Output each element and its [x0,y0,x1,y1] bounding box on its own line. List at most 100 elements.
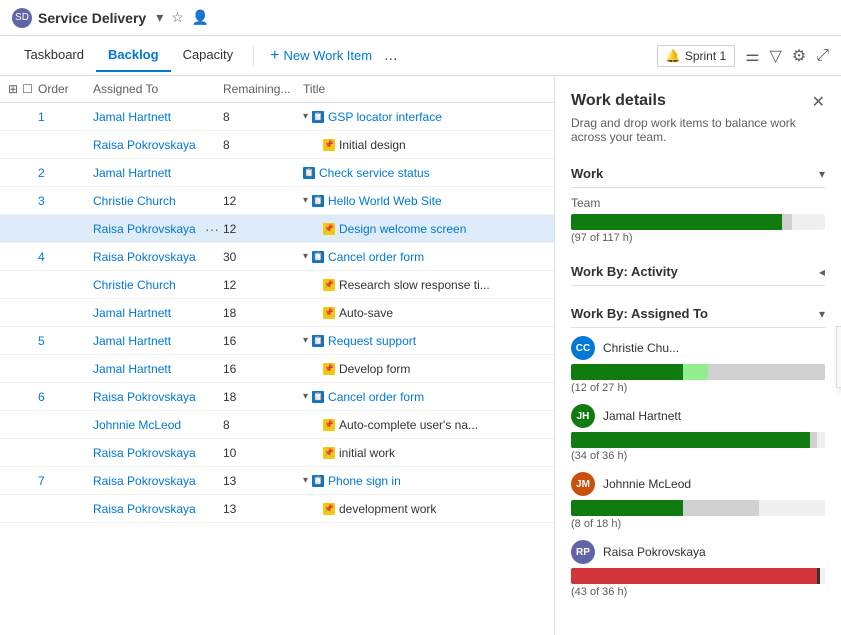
row-title-text[interactable]: Develop form [339,362,410,376]
row-assigned[interactable]: Johnnie McLeod [93,418,223,432]
row-remaining: 10 [223,446,303,460]
avatar-johnnie: JM [571,472,595,496]
filter-icon[interactable]: ▽ [770,46,782,66]
row-title-text[interactable]: Auto-save [339,306,393,320]
row-assigned[interactable]: Jamal Hartnett [93,362,223,376]
jamal-bar-fill [571,432,810,448]
person-row-jamal: JH Jamal Hartnett [571,404,825,428]
work-section: Work ▾ Team (97 of 117 h) [571,160,825,244]
row-assigned[interactable]: Jamal Hartnett [93,334,223,348]
raisa-bar[interactable] [571,568,825,584]
settings-icon[interactable]: ⚙ [792,46,806,66]
row-assigned[interactable]: Jamal Hartnett [93,166,223,180]
close-button[interactable]: ✕ [812,92,825,112]
tab-capacity[interactable]: Capacity [171,39,246,72]
assigned-toggle[interactable]: ▾ [819,307,825,321]
add-icon[interactable]: ⊞ [8,82,18,96]
header-add[interactable]: ⊞ ☐ [8,82,38,96]
header-remaining[interactable]: Remaining... [223,82,303,96]
row-title-text[interactable]: development work [339,502,436,516]
panel-description: Drag and drop work items to balance work… [571,116,825,144]
row-title-text[interactable]: Phone sign in [328,474,401,488]
filter-settings-icon[interactable]: ⚌ [745,46,759,66]
row-assigned[interactable]: Raisa Pokrovskaya [93,222,196,236]
row-assigned[interactable]: Raisa Pokrovskaya [93,390,223,404]
row-title-text[interactable]: Cancel order form [328,390,424,404]
avatar-raisa: RP [571,540,595,564]
collapse-icon[interactable]: ▾ [303,391,308,402]
row-order: 2 [38,166,93,180]
team-bar-fill [571,214,782,230]
row-order: 6 [38,390,93,404]
row-title: 📋 Check service status [303,166,546,180]
row-title-text[interactable]: Auto-complete user's na... [339,418,478,432]
row-assigned[interactable]: Christie Church [93,194,223,208]
row-title-text[interactable]: Request support [328,334,416,348]
row-assigned[interactable]: Jamal Hartnett [93,306,223,320]
row-assigned[interactable]: Raisa Pokrovskaya [93,502,223,516]
header-assigned[interactable]: Assigned To [93,82,223,96]
row-assigned[interactable]: Christie Church [93,278,223,292]
activity-toggle[interactable]: ◂ [819,265,825,279]
collapse-icon[interactable]: ▾ [303,335,308,346]
row-title-text[interactable]: GSP locator interface [328,110,442,124]
task-icon: 📌 [323,139,335,151]
row-title-text[interactable]: Design welcome screen [339,222,466,236]
row-assigned[interactable]: Raisa Pokrovskaya [93,474,223,488]
row-remaining: 18 [223,306,303,320]
row-title-text[interactable]: Hello World Web Site [328,194,442,208]
table-row: Jamal Hartnett 16 📌 Develop form [0,355,554,383]
table-row: 6 Raisa Pokrovskaya 18 ▾ 📋 Cancel order … [0,383,554,411]
header-title: Title [303,82,546,96]
person-name-johnnie: Johnnie McLeod [603,477,691,491]
row-assigned[interactable]: Jamal Hartnett [93,110,223,124]
person-icon[interactable]: 👤 [192,9,209,26]
tab-backlog[interactable]: Backlog [96,39,171,72]
jamal-bar-remaining [810,432,818,448]
row-assigned[interactable]: Raisa Pokrovskaya [93,250,223,264]
row-remaining: 8 [223,138,303,152]
row-title: 📌 initial work [303,446,546,460]
table-header: ⊞ ☐ Order Assigned To Remaining... Title [0,76,554,103]
checkbox-header[interactable]: ☐ [22,82,33,96]
row-assigned[interactable]: Raisa Pokrovskaya [93,446,223,460]
row-title-text[interactable]: Research slow response ti... [339,278,490,292]
row-title-text[interactable]: Cancel order form [328,250,424,264]
row-more-button[interactable]: ··· [201,221,223,237]
row-assigned[interactable]: Raisa Pokrovskaya [93,138,223,152]
johnnie-bar[interactable] [571,500,825,516]
row-title-text[interactable]: Initial design [339,138,406,152]
work-by-activity-title: Work By: Activity [571,264,678,279]
collapse-icon[interactable]: ▾ [303,475,308,486]
expand-icon[interactable]: ⤢ [816,47,829,65]
more-options-button[interactable]: ... [380,43,401,69]
team-label: Team [571,196,825,210]
row-title-text[interactable]: Check service status [319,166,430,180]
task-icon: 📌 [323,307,335,319]
row-remaining: 13 [223,474,303,488]
person-section-christie: CC Christie Chu... (12 of 27 h) Design w… [571,336,825,394]
work-section-toggle[interactable]: ▾ [819,167,825,181]
johnnie-bar-label: (8 of 18 h) [571,518,825,530]
collapse-icon[interactable]: ▾ [303,251,308,262]
nav-right: 🔔 Sprint 1 ⚌ ▽ ⚙ ⤢ [657,45,829,67]
table-row: Johnnie McLeod 8 📌 Auto-complete user's … [0,411,554,439]
sprint-selector[interactable]: 🔔 Sprint 1 [657,45,735,67]
table-row-selected: Raisa Pokrovskaya ··· 12 📌 Design welcom… [0,215,554,243]
christie-bar[interactable] [571,364,825,380]
tooltip-design-welcome: Design welcomescreen [836,326,841,388]
chevron-down-icon[interactable]: ▾ [156,9,163,26]
row-order: 3 [38,194,93,208]
work-by-activity-header: Work By: Activity ◂ [571,258,825,286]
row-title-text[interactable]: initial work [339,446,395,460]
jamal-bar[interactable] [571,432,825,448]
new-work-item-button[interactable]: + New Work Item [262,43,380,69]
app-title: Service Delivery [38,10,146,26]
tab-taskboard[interactable]: Taskboard [12,39,96,72]
star-icon[interactable]: ☆ [171,9,184,26]
row-remaining: 30 [223,250,303,264]
team-bar-remaining [782,214,792,230]
row-title: ▾ 📋 Request support [303,334,546,348]
collapse-icon[interactable]: ▾ [303,111,308,122]
collapse-icon[interactable]: ▾ [303,195,308,206]
